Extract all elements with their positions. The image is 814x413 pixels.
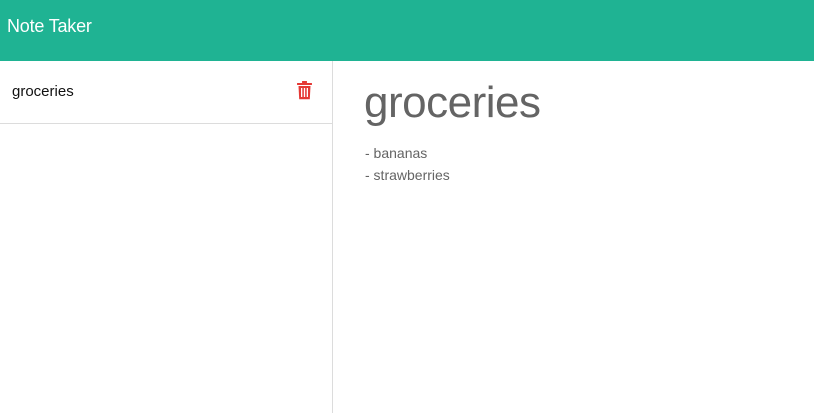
note-body-line: - bananas	[365, 145, 428, 161]
delete-note-button[interactable]	[293, 78, 315, 102]
app-title[interactable]: Note Taker	[7, 15, 92, 37]
note-body-field[interactable]: - bananas - strawberries	[365, 142, 785, 186]
note-body-line: - strawberries	[365, 167, 450, 183]
note-list-item-groceries[interactable]: groceries	[0, 61, 332, 124]
trash-icon	[296, 80, 313, 100]
note-list-item-title[interactable]: groceries	[12, 83, 74, 101]
notes-sidebar: groceries	[0, 61, 333, 413]
note-title-field[interactable]: groceries	[364, 77, 541, 129]
note-taker-app: Note Taker groceries groceries - bananas…	[0, 0, 814, 413]
note-editor: groceries - bananas - strawberries	[333, 61, 814, 413]
top-navbar: Note Taker	[0, 0, 814, 61]
